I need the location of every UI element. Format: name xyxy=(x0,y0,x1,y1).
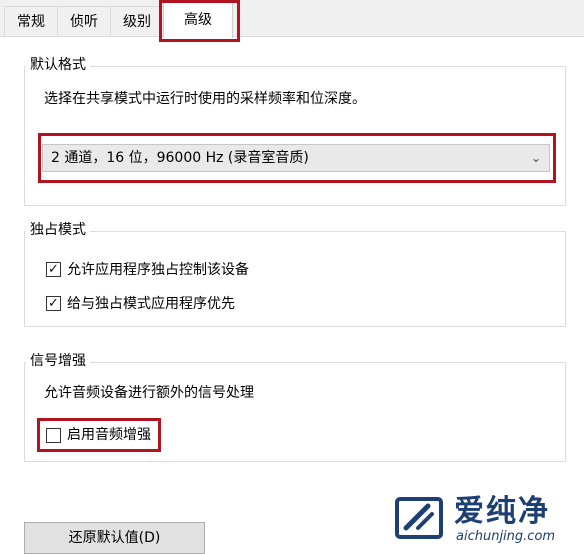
watermark: 爱纯净 aichunjing.com xyxy=(392,494,582,548)
tab-levels[interactable]: 级别 xyxy=(110,6,164,36)
allow-exclusive-checkbox[interactable]: ✓ xyxy=(46,262,61,277)
watermark-url: aichunjing.com xyxy=(456,529,556,544)
sample-format-value: 2 通道，16 位，96000 Hz (录音室音质) xyxy=(51,150,309,166)
signal-enhancement-group xyxy=(24,362,566,462)
sample-format-dropdown[interactable]: 2 通道，16 位，96000 Hz (录音室音质) ⌄ xyxy=(42,144,550,172)
signal-enhancement-title: 信号增强 xyxy=(26,352,90,370)
exclusive-priority-checkbox[interactable]: ✓ xyxy=(46,296,61,311)
chevron-down-icon: ⌄ xyxy=(530,151,541,165)
enable-enhancement-checkbox[interactable] xyxy=(46,428,61,443)
tab-strip: 常规 侦听 级别 高级 xyxy=(0,0,584,38)
watermark-name: 爱纯净 xyxy=(454,494,550,529)
enable-enhancement-label: 启用音频增强 xyxy=(67,427,151,443)
allow-exclusive-label: 允许应用程序独占控制该设备 xyxy=(67,262,249,278)
watermark-logo-icon xyxy=(395,497,443,539)
default-format-group xyxy=(24,66,566,206)
tab-advanced[interactable]: 高级 xyxy=(163,2,233,38)
exclusive-priority-label: 给与独占模式应用程序优先 xyxy=(67,296,235,312)
signal-enhancement-description: 允许音频设备进行额外的信号处理 xyxy=(44,385,254,401)
restore-defaults-button[interactable]: 还原默认值(D) xyxy=(24,522,205,554)
default-format-title: 默认格式 xyxy=(26,56,90,74)
default-format-description: 选择在共享模式中运行时使用的采样频率和位深度。 xyxy=(44,91,366,107)
tab-listen[interactable]: 侦听 xyxy=(57,6,111,36)
exclusive-mode-title: 独占模式 xyxy=(26,221,90,239)
tab-general[interactable]: 常规 xyxy=(4,6,58,36)
